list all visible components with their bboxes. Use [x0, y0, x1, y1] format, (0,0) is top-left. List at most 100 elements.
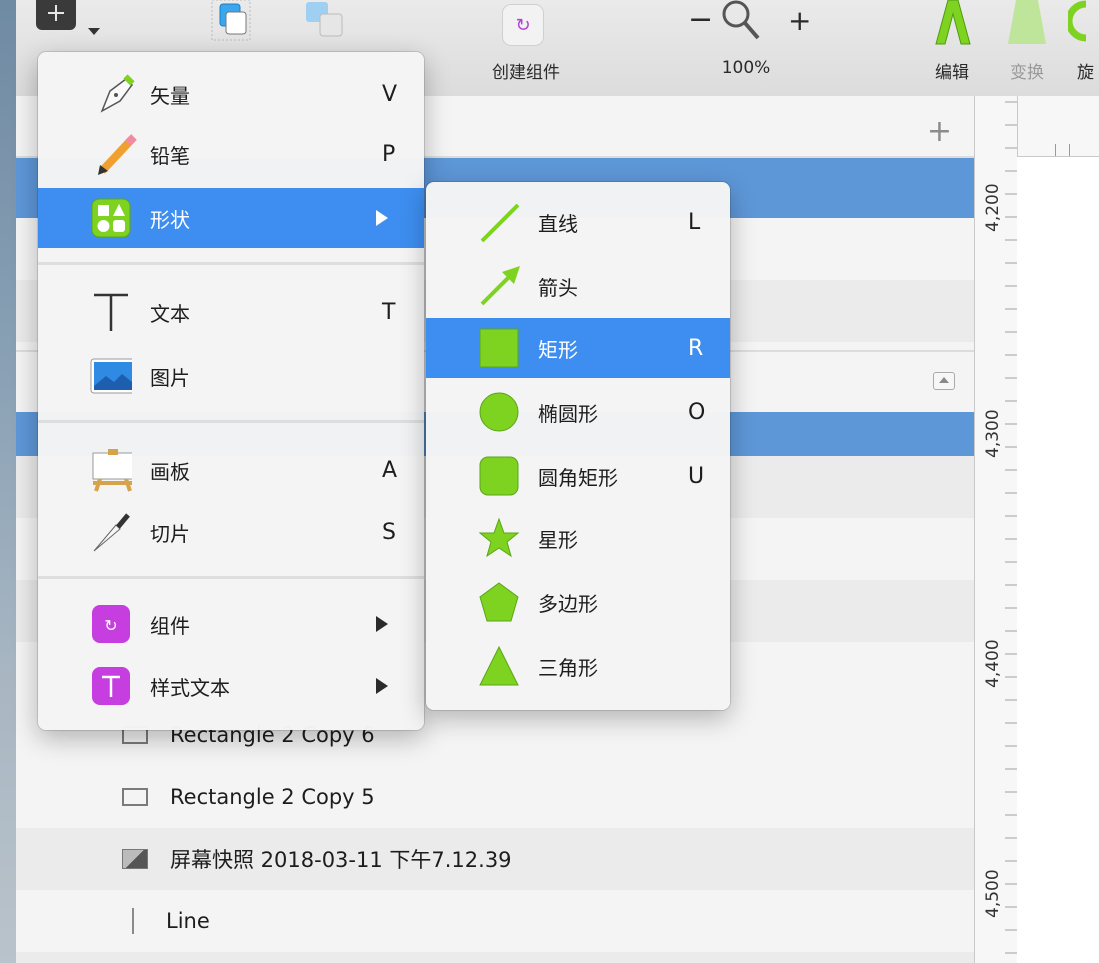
menu-item-label: 组件 [150, 613, 190, 638]
shortcut-key: L [688, 209, 701, 235]
zoom-label[interactable]: 100% [696, 58, 796, 78]
artboard-icon [90, 449, 132, 492]
add-page-icon[interactable]: + [927, 114, 952, 149]
layer-row[interactable]: 屏幕快照 2018-03-11 下午7.12.39 [16, 828, 974, 890]
layer-name: Rectangle 2 Copy 5 [170, 785, 375, 809]
star-icon [478, 517, 520, 559]
magnifier-icon [718, 0, 764, 46]
layer-name: Line [166, 909, 210, 933]
menu-separator [38, 420, 424, 423]
zoom-out-button[interactable]: − [688, 2, 713, 37]
menu-item-label: 形状 [150, 207, 190, 232]
menu-item-text[interactable]: 文本 T [38, 282, 424, 342]
menu-item-image[interactable]: 图片 [38, 346, 424, 406]
menu-item-label: 圆角矩形 [538, 465, 618, 490]
menu-item-label: 星形 [538, 527, 578, 552]
line-layer-icon [132, 908, 134, 934]
ungroup-icon[interactable] [300, 0, 348, 44]
insert-menu: 矢量 V 铅笔 P 形状 文本 T 图片 画板 A 切片 S ↻ 组件 样式文本 [38, 52, 424, 730]
rotate-icon[interactable] [1065, 0, 1099, 46]
menu-item-shape[interactable]: 形状 [38, 188, 424, 248]
layer-row[interactable]: Rectangle 2 Copy 5 [16, 766, 974, 828]
menu-item-label: 直线 [538, 211, 578, 236]
menu-item-triangle[interactable]: 三角形 [426, 636, 730, 696]
vector-pen-icon [96, 73, 138, 115]
polygon-icon [478, 581, 520, 623]
menu-item-polygon[interactable]: 多边形 [426, 572, 730, 632]
menu-item-vector[interactable]: 矢量 V [38, 64, 424, 124]
rounded-rectangle-icon [478, 455, 520, 497]
create-symbol-label[interactable]: 创建组件 [456, 58, 596, 83]
line-icon [478, 201, 520, 243]
layer-row[interactable] [16, 952, 974, 963]
menu-item-slice[interactable]: 切片 S [38, 502, 424, 562]
menu-item-line[interactable]: 直线 L [426, 192, 730, 252]
create-symbol-icon[interactable]: ↻ [502, 4, 544, 46]
shortcut-key: U [688, 463, 705, 489]
image-layer-icon [122, 849, 148, 869]
menu-item-label: 样式文本 [150, 675, 230, 700]
pencil-icon [96, 133, 138, 175]
rotate-label[interactable]: 旋 [1072, 58, 1099, 83]
shortcut-key: V [382, 81, 398, 107]
menu-item-label: 多边形 [538, 591, 598, 616]
menu-item-artboard[interactable]: 画板 A [38, 440, 424, 500]
rectangle-layer-icon [122, 788, 148, 806]
transform-label[interactable]: 变换 [1000, 58, 1054, 83]
menu-separator [38, 262, 424, 265]
shortcut-key: R [688, 335, 704, 361]
insert-button[interactable] [36, 0, 76, 30]
arrow-icon [478, 265, 520, 307]
shortcut-key: P [382, 141, 396, 167]
menu-item-styled-text[interactable]: 样式文本 [38, 656, 424, 716]
transform-icon[interactable] [1002, 0, 1052, 46]
menu-item-oval[interactable]: 椭圆形 O [426, 382, 730, 442]
shortcut-key: O [688, 399, 706, 425]
menu-item-arrow[interactable]: 箭头 [426, 256, 730, 316]
layer-name: 屏幕快照 2018-03-11 下午7.12.39 [170, 848, 512, 872]
menu-item-label: 画板 [150, 459, 190, 484]
ruler-mark: 4,500 [983, 869, 1003, 918]
menu-item-label: 切片 [150, 521, 190, 546]
submenu-arrow-icon [376, 616, 388, 632]
desktop-background [0, 0, 16, 963]
horizontal-ruler [1017, 96, 1099, 157]
slice-knife-icon [90, 511, 132, 553]
submenu-arrow-icon [376, 210, 388, 226]
menu-item-pencil[interactable]: 铅笔 P [38, 124, 424, 184]
svg-text:↻: ↻ [104, 616, 117, 635]
layer-row[interactable]: Line [16, 890, 974, 952]
edit-icon[interactable] [930, 0, 974, 46]
menu-item-label: 图片 [150, 365, 190, 390]
menu-item-star[interactable]: 星形 [426, 508, 730, 568]
shortcut-key: S [382, 519, 396, 545]
collapse-pages-icon[interactable] [933, 372, 955, 390]
menu-separator [38, 576, 424, 579]
ruler-mark: 4,300 [983, 409, 1003, 458]
ruler-mark: 4,400 [983, 639, 1003, 688]
shape-submenu: 直线 L 箭头 矩形 R 椭圆形 O 圆角矩形 U 星形 多边形 三角形 [426, 182, 730, 710]
submenu-arrow-icon [376, 678, 388, 694]
zoom-in-button[interactable]: + [788, 4, 811, 37]
oval-icon [478, 391, 520, 433]
ruler-mark: 4,200 [983, 183, 1003, 232]
shortcut-key: A [382, 457, 398, 483]
menu-item-rounded-rectangle[interactable]: 圆角矩形 U [426, 446, 730, 506]
menu-item-label: 三角形 [538, 655, 598, 680]
menu-item-label: 矩形 [538, 337, 578, 362]
chevron-down-icon[interactable] [88, 28, 100, 35]
menu-item-symbol[interactable]: ↻ 组件 [38, 594, 424, 654]
styled-text-icon [90, 665, 132, 707]
canvas[interactable] [1017, 157, 1099, 963]
group-icon[interactable] [208, 0, 254, 44]
menu-item-label: 文本 [150, 301, 190, 326]
menu-item-label: 箭头 [538, 275, 578, 300]
triangle-icon [478, 645, 520, 687]
rectangle-icon [478, 327, 520, 369]
text-icon [90, 291, 132, 333]
menu-item-rectangle[interactable]: 矩形 R [426, 318, 730, 378]
image-icon [90, 355, 132, 397]
edit-label[interactable]: 编辑 [928, 58, 976, 83]
menu-item-label: 铅笔 [150, 143, 190, 168]
menu-item-label: 矢量 [150, 83, 190, 108]
